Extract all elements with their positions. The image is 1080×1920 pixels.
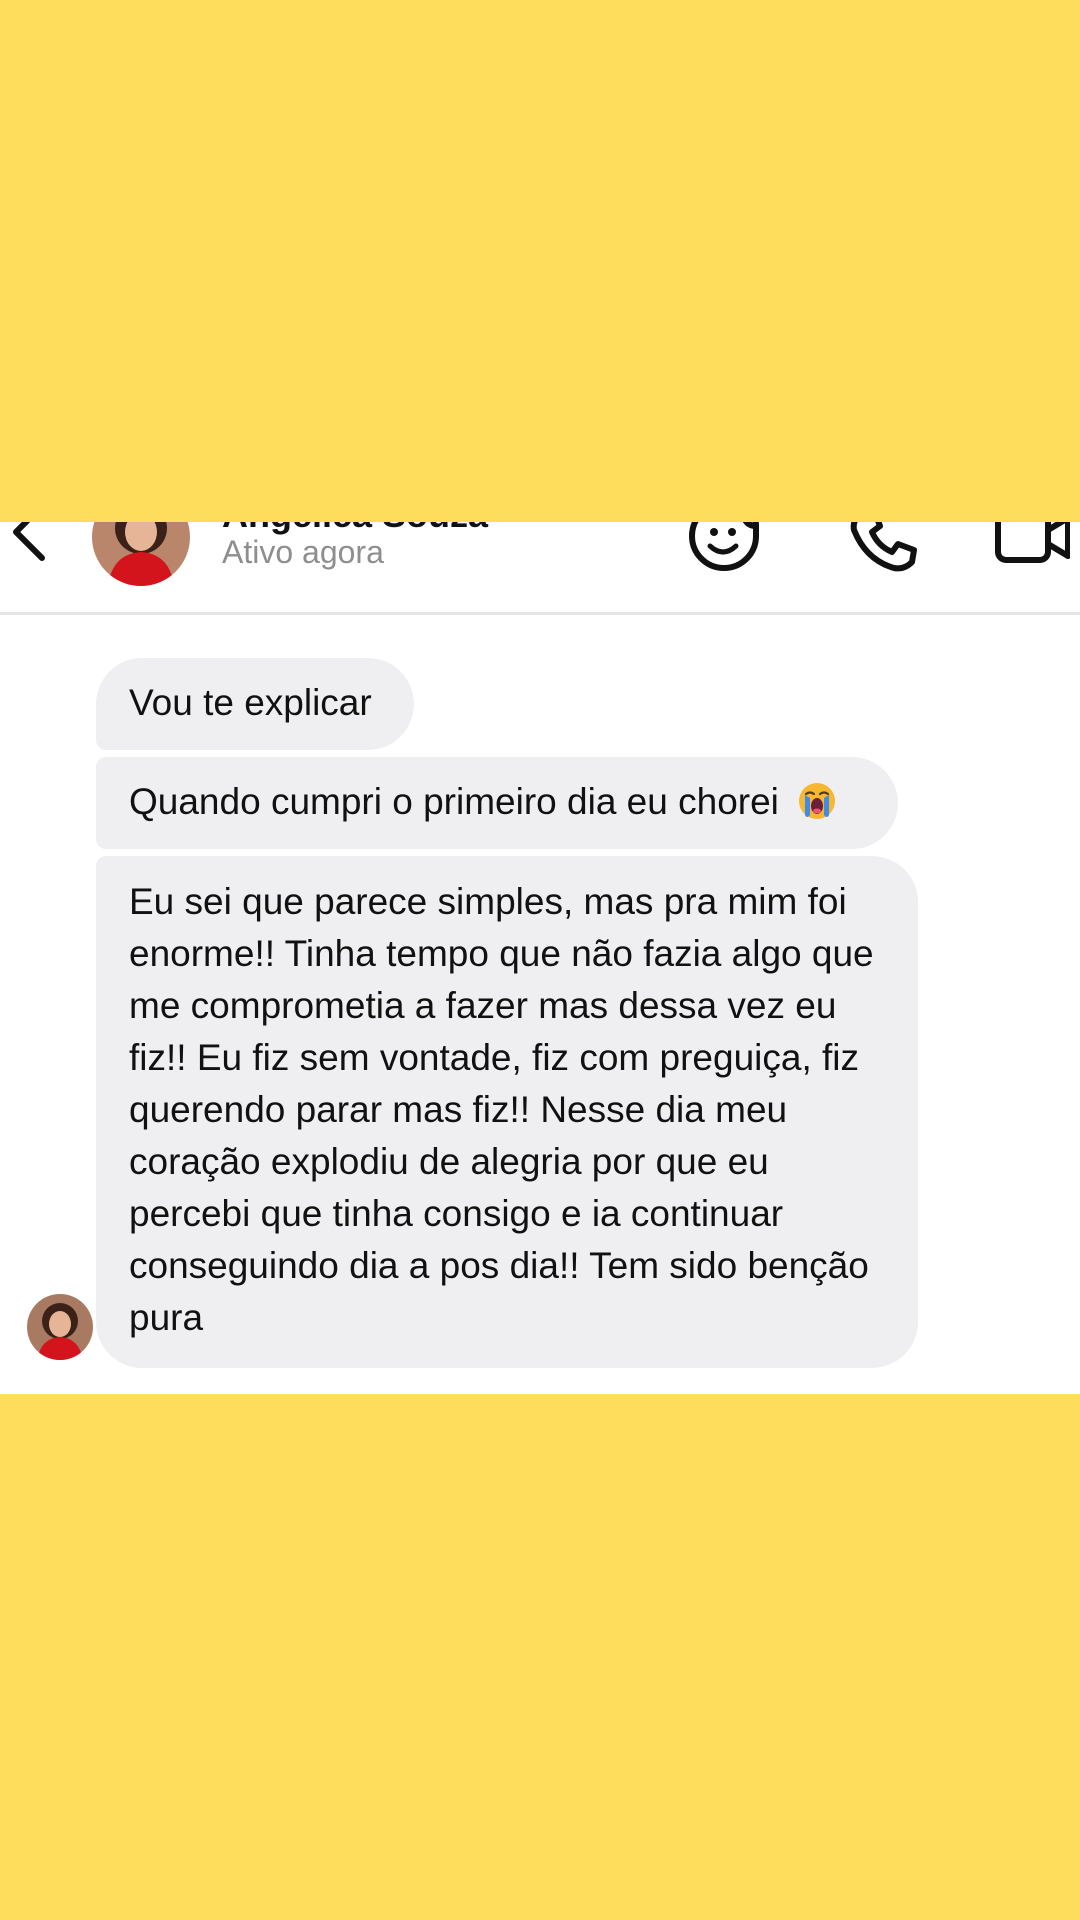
message-text: Quando cumpri o primeiro dia eu chorei [129, 781, 779, 822]
status-text: Ativo agora [222, 534, 384, 570]
sticker-icon[interactable] [684, 522, 764, 582]
message-bubble[interactable]: Quando cumpri o primeiro dia eu chorei [96, 757, 898, 849]
chat-header: Angélica Souza Ativo agora [0, 522, 1080, 615]
message-bubble[interactable]: Vou te explicar [96, 658, 414, 750]
video-icon[interactable] [990, 522, 1070, 582]
crying-face-emoji-icon [799, 783, 836, 819]
message-text: Eu sei que parece simples, mas pra mim f… [129, 881, 874, 1338]
avatar[interactable] [92, 522, 190, 586]
phone-icon[interactable] [840, 522, 920, 582]
message-bubble[interactable]: Eu sei que parece simples, mas pra mim f… [96, 856, 918, 1368]
back-arrow-icon[interactable] [8, 522, 48, 572]
chat-screen: Angélica Souza Ativo agora Vou te explic… [0, 522, 1080, 1394]
sender-avatar[interactable] [27, 1294, 93, 1360]
message-text: Vou te explicar [129, 682, 372, 723]
